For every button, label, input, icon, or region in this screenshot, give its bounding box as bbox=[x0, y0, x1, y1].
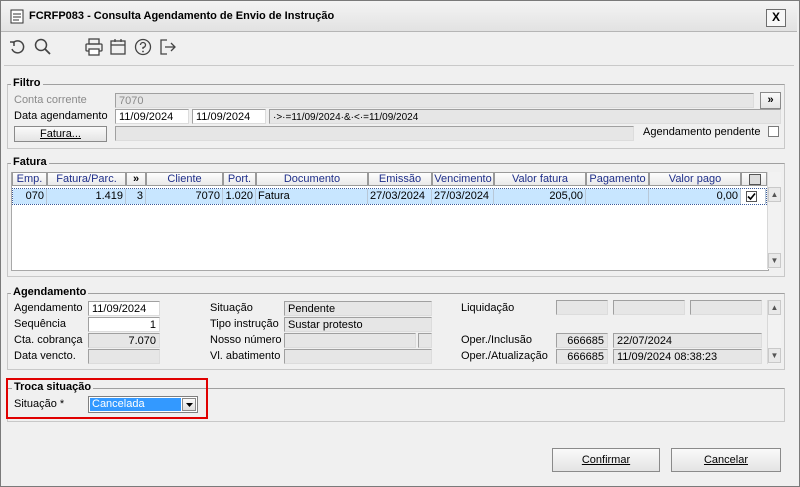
conta-more-button[interactable]: » bbox=[760, 92, 781, 109]
agendamento-title: Agendamento bbox=[11, 286, 89, 298]
calendar-icon[interactable] bbox=[108, 37, 128, 57]
cell-pagamento bbox=[586, 189, 649, 204]
situacao-field: Pendente bbox=[284, 301, 432, 316]
oper-atualizacao-date: 11/09/2024 08:38:23 bbox=[613, 349, 762, 364]
select-all-icon bbox=[749, 174, 761, 185]
help-icon[interactable] bbox=[133, 37, 153, 57]
col-cliente[interactable]: Cliente bbox=[146, 172, 223, 186]
col-more[interactable]: » bbox=[126, 172, 146, 186]
nosso-numero-digit-field bbox=[418, 333, 432, 348]
tipo-instrucao-label: Tipo instrução bbox=[210, 318, 279, 330]
fatura-scrollbar[interactable]: ▲ ▼ bbox=[767, 172, 781, 269]
dropdown-button[interactable] bbox=[182, 398, 196, 411]
nosso-numero-field bbox=[284, 333, 416, 348]
close-button[interactable]: X bbox=[766, 9, 786, 27]
data-agendamento-to[interactable]: 11/09/2024 bbox=[192, 109, 266, 124]
data-vencto-field bbox=[88, 349, 160, 364]
confirmar-label: Confirmar bbox=[581, 454, 631, 466]
cell-parcela: 3 bbox=[126, 189, 146, 204]
fatura-grid bbox=[11, 172, 769, 271]
oper-inclusao-label: Oper./Inclusão bbox=[461, 334, 532, 346]
scroll-up-button[interactable]: ▲ bbox=[768, 300, 781, 315]
oper-inclusao-date: 22/07/2024 bbox=[613, 333, 762, 348]
cta-cobranca-field: 7.070 bbox=[88, 333, 160, 348]
nosso-numero-label: Nosso número bbox=[210, 334, 282, 346]
col-valor-fatura[interactable]: Valor fatura bbox=[494, 172, 586, 186]
vl-abatimento-label: Vl. abatimento bbox=[210, 350, 281, 362]
exit-icon[interactable] bbox=[158, 37, 178, 57]
situacao-select-value: Cancelada bbox=[90, 398, 181, 411]
search-icon[interactable] bbox=[33, 37, 53, 57]
fatura-filter-field[interactable] bbox=[115, 126, 634, 141]
scroll-down-button[interactable]: ▼ bbox=[768, 253, 781, 268]
data-agendamento-label: Data agendamento bbox=[14, 110, 108, 122]
vl-abatimento-field bbox=[284, 349, 432, 364]
scroll-down-button[interactable]: ▼ bbox=[768, 348, 781, 363]
col-select[interactable] bbox=[741, 172, 767, 186]
cta-cobranca-label: Cta. cobrança bbox=[14, 334, 83, 346]
filtro-title: Filtro bbox=[11, 77, 43, 89]
cell-valor-pago: 0,00 bbox=[649, 189, 741, 204]
agendamento-label: Agendamento bbox=[14, 302, 83, 314]
liquidacao-field-2 bbox=[613, 300, 685, 315]
title-bar: FCRFP083 - Consulta Agendamento de Envio… bbox=[1, 1, 797, 32]
fatura-button[interactable]: Fatura... bbox=[14, 126, 107, 142]
col-vencimento[interactable]: Vencimento bbox=[432, 172, 494, 186]
data-vencto-label: Data vencto. bbox=[14, 350, 76, 362]
conta-corrente-label: Conta corrente bbox=[14, 94, 87, 106]
chevron-down-icon bbox=[186, 403, 193, 407]
oper-atualizacao-label: Oper./Atualização bbox=[461, 350, 548, 362]
cell-vencimento: 27/03/2024 bbox=[432, 189, 494, 204]
conta-corrente-field[interactable]: 7070 bbox=[115, 93, 754, 108]
cell-cliente: 7070 bbox=[146, 189, 223, 204]
confirmar-button[interactable]: Confirmar bbox=[552, 448, 660, 472]
scroll-up-button[interactable]: ▲ bbox=[768, 187, 781, 202]
sequencia-field[interactable]: 1 bbox=[88, 317, 160, 332]
agendamento-field[interactable]: 11/09/2024 bbox=[88, 301, 160, 316]
agendamento-scrollbar[interactable]: ▲ ▼ bbox=[767, 300, 781, 364]
col-port[interactable]: Port. bbox=[223, 172, 256, 186]
cell-fatura: 1.419 bbox=[47, 189, 126, 204]
cell-emissao: 27/03/2024 bbox=[368, 189, 432, 204]
data-filter-expression: ·>·=11/09/2024·&·<·=11/09/2024 bbox=[269, 109, 781, 124]
cancelar-label: Cancelar bbox=[703, 454, 749, 466]
fatura-title: Fatura bbox=[11, 156, 49, 168]
situacao-label: Situação bbox=[210, 302, 253, 314]
data-agendamento-from[interactable]: 11/09/2024 bbox=[115, 109, 189, 124]
cell-valor-fatura: 205,00 bbox=[494, 189, 586, 204]
troca-situacao-title: Troca situação bbox=[12, 381, 94, 393]
col-emissao[interactable]: Emissão bbox=[368, 172, 432, 186]
col-documento[interactable]: Documento bbox=[256, 172, 368, 186]
agendamento-pendente-checkbox[interactable] bbox=[768, 126, 779, 137]
liquidacao-field-1 bbox=[556, 300, 608, 315]
print-icon[interactable] bbox=[84, 37, 104, 57]
toolbar-separator bbox=[4, 65, 794, 66]
situacao-select[interactable]: Cancelada bbox=[88, 396, 198, 413]
col-valor-pago[interactable]: Valor pago bbox=[649, 172, 741, 186]
cell-select bbox=[741, 189, 766, 204]
oper-atualizacao-user: 666685 bbox=[556, 349, 608, 364]
cell-emp: 070 bbox=[13, 189, 47, 204]
tipo-instrucao-field: Sustar protesto bbox=[284, 317, 432, 332]
agendamento-pendente-label: Agendamento pendente bbox=[643, 126, 761, 138]
sequencia-label: Sequência bbox=[14, 318, 66, 330]
liquidacao-label: Liquidação bbox=[461, 302, 515, 314]
oper-inclusao-user: 666685 bbox=[556, 333, 608, 348]
app-icon bbox=[10, 9, 24, 24]
row-checkbox-checked-icon[interactable] bbox=[746, 191, 757, 202]
cell-port: 1.020 bbox=[223, 189, 256, 204]
cell-documento: Fatura bbox=[256, 189, 368, 204]
troca-situacao-label: Situação * bbox=[14, 398, 65, 410]
col-pagamento[interactable]: Pagamento bbox=[586, 172, 649, 186]
undo-icon[interactable] bbox=[8, 37, 28, 57]
liquidacao-field-3 bbox=[690, 300, 762, 315]
cancelar-button[interactable]: Cancelar bbox=[671, 448, 781, 472]
window-title: FCRFP083 - Consulta Agendamento de Envio… bbox=[29, 10, 335, 22]
col-emp[interactable]: Emp. bbox=[12, 172, 47, 186]
col-fatura-parc[interactable]: Fatura/Parc. bbox=[47, 172, 126, 186]
